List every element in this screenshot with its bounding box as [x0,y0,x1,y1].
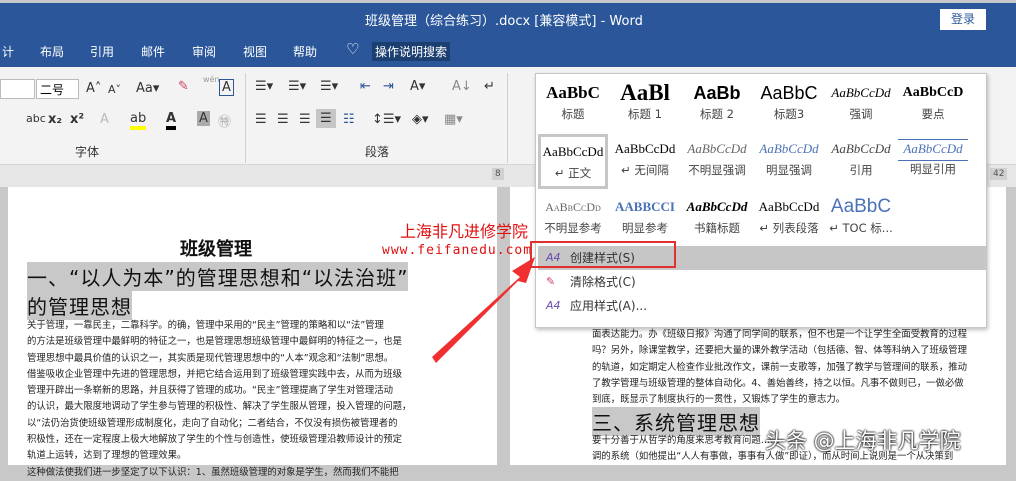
char-border-icon[interactable]: A [219,79,234,96]
styles-gallery: AaBbC 标题 AaBl 标题 1 AaBb 标题 2 AaBbC 标题3 AaBbC… [535,73,987,328]
highlight-icon[interactable]: ab [130,111,147,130]
font-size-box[interactable]: 二号 [36,79,79,99]
font-color-icon[interactable]: A [166,111,177,130]
tab-view[interactable]: 视图 [243,43,267,60]
tab-layout[interactable]: 布局 [40,43,64,60]
style-quote[interactable]: AaBbCcDd 引用 [826,134,896,189]
ribbon-tabs: 计 布局 引用 邮件 审阅 视图 帮助 ♡ 操作说明搜索 [0,36,1016,67]
strikethrough-icon[interactable]: abc [26,112,46,125]
style-intense-quote[interactable]: AaBbCcDd 明显引用 [898,134,968,189]
decrease-indent-icon[interactable]: ⇤ [360,79,371,94]
menu-clear-formatting[interactable]: ✎ 清除格式(C) [538,270,986,294]
style-toc-heading[interactable]: AaBbC ↵ TOC 标... [826,192,896,247]
watermark-toutiao: 头条 @上海非凡学院 [765,429,961,453]
phonetic-guide-icon[interactable]: wén [203,75,220,84]
change-case-icon[interactable]: Aa▾ [136,81,159,96]
style-book-title[interactable]: AaBbCcDd 书籍标题 [682,192,752,247]
style-heading-1[interactable]: AaBl 标题 1 [610,78,680,133]
menu-apply-styles[interactable]: A4 应用样式(A)... [538,294,986,318]
text-effects-icon[interactable]: A [100,112,109,127]
ruler-mark: 42 [990,168,1008,180]
enclose-char-icon[interactable]: ㊕ [218,111,231,130]
eraser-icon: ✎ [546,275,556,288]
style-heading-2[interactable]: AaBb 标题 2 [682,78,752,133]
text-direction-icon[interactable]: A▾ [410,79,425,94]
divider [507,73,508,163]
font-name-box[interactable] [0,79,35,99]
show-marks-icon[interactable]: ↵ [484,79,495,94]
font-group-label: 字体 [75,145,100,159]
bullets-icon[interactable]: ☰▾ [255,79,273,94]
increase-indent-icon[interactable]: ⇥ [383,79,394,94]
tell-me-search[interactable]: 操作说明搜索 [372,42,451,61]
annotation-arrow-icon [432,257,535,363]
heading-1-line2: 的管理思想 [27,291,132,320]
style-strong[interactable]: AaBbCcD 要点 [898,78,968,133]
style-title[interactable]: AaBbC 标题 [538,78,608,133]
ruler-mark: 8 [492,168,504,180]
apply-style-icon: A4 [546,299,561,312]
heading-3: 三、系统管理思想 [592,407,760,436]
style-intense-reference[interactable]: AABBCCI 明显参考 [610,192,680,247]
style-subtle-reference[interactable]: AaBbCcDd 不明显参考 [538,192,608,247]
superscript-icon[interactable]: x² [70,112,84,127]
login-button[interactable]: 登录 [940,9,986,30]
title-bar: 班级管理（综合练习）.docx [兼容模式] - Word 登录 [0,0,1016,36]
tab-review[interactable]: 审阅 [192,43,216,60]
style-intense-emphasis[interactable]: AaBbCcDd 明显强调 [754,134,824,189]
style-normal[interactable]: AaBbCcDd ↵ 正文 [538,134,608,189]
heading-1-line1: 一、“以人为本”的管理思想和“以法治班” [27,262,409,291]
distributed-icon[interactable]: ☷ [343,112,355,127]
align-right-icon[interactable]: ☰ [299,112,311,127]
lightbulb-icon: ♡ [346,40,360,58]
shrink-font-icon[interactable]: A˅ [108,83,121,96]
body-text: 面表达能力。办《班级日报》沟通了同学间的联系，但不也是一个让学生全面受教育的过程… [592,329,968,406]
divider [245,73,246,163]
clear-format-icon[interactable]: ✎ [178,79,189,94]
align-left-icon[interactable]: ☰ [255,112,267,127]
style-heading-3[interactable]: AaBbC 标题3 [754,78,824,133]
tab-mailings[interactable]: 邮件 [141,43,165,60]
tab-help[interactable]: 帮助 [293,43,317,60]
line-spacing-icon[interactable]: ↕☰▾ [372,112,401,127]
subscript-icon[interactable]: x₂ [48,112,62,127]
grow-font-icon[interactable]: A˄ [86,81,101,96]
style-emphasis[interactable]: AaBbCcDd 强调 [826,78,896,133]
paragraph-group-label: 段落 [365,145,390,159]
tab-design[interactable]: 计 [2,43,14,60]
sort-icon[interactable]: A↓ [452,79,472,94]
style-list-paragraph[interactable]: AaBbCcDd ↵ 列表段落 [754,192,824,247]
window-title: 班级管理（综合练习）.docx [兼容模式] - Word [365,14,643,29]
watermark-school: 上海非凡进修学院 [400,222,529,241]
annotation-highlight-box [530,241,676,268]
align-center-icon[interactable]: ☰ [277,112,289,127]
justify-icon[interactable]: ☰ [316,109,336,128]
numbering-icon[interactable]: ☰▾ [288,79,306,94]
style-subtle-emphasis[interactable]: AaBbCcDd 不明显强调 [682,134,752,189]
body-text: 关于管理，一靠民主，二靠科学。的确，管理中采用的“民主”管理的策略和以“法”管理… [27,320,412,478]
multilevel-list-icon[interactable]: ☰▾ [320,79,338,94]
shading-icon[interactable]: ◈▾ [412,112,429,127]
style-no-spacing[interactable]: AaBbCcDd ↵ 无间隔 [610,134,680,189]
borders-icon[interactable]: ▦▾ [444,112,463,127]
doc-title: 班级管理 [180,239,252,260]
char-shading-icon[interactable]: A [197,111,210,126]
tab-references[interactable]: 引用 [90,43,114,60]
